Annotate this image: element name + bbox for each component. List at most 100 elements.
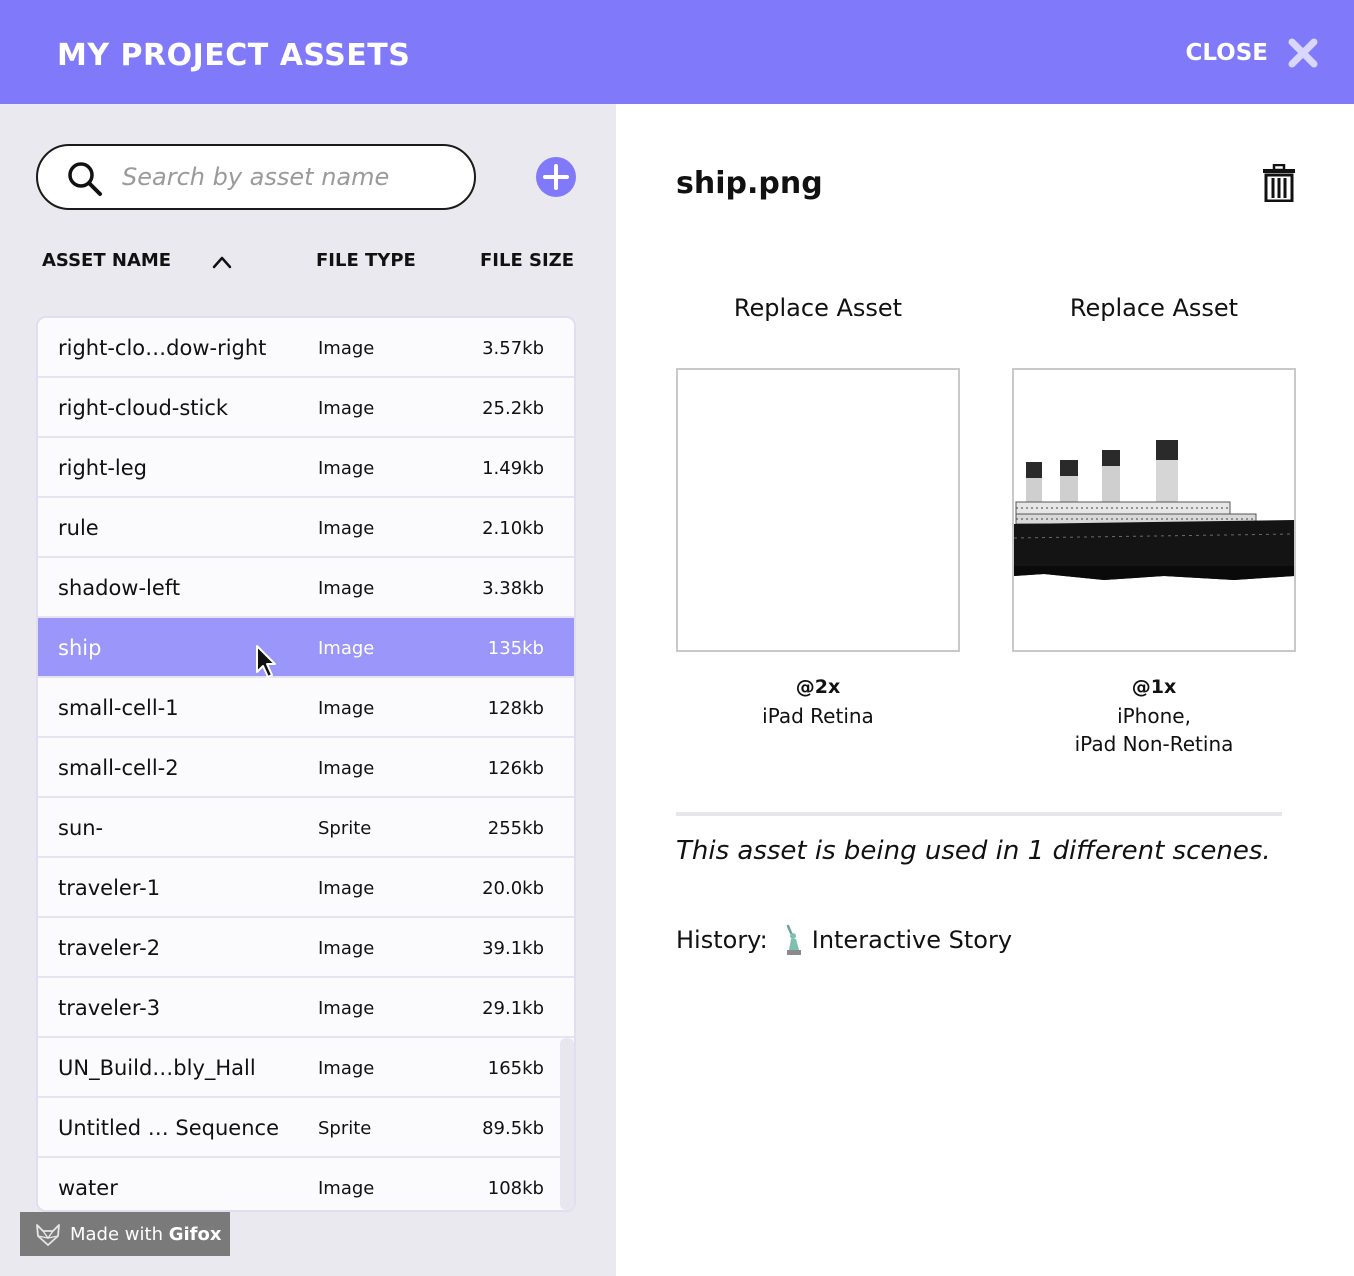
file-type-cell: Image	[318, 518, 375, 539]
usage-summary: This asset is being used in 1 different …	[676, 836, 1271, 866]
sort-ascending-icon[interactable]	[210, 252, 234, 272]
file-size-cell: 2.10kb	[482, 518, 544, 539]
column-header-file-size[interactable]: FILE SIZE	[480, 250, 574, 271]
table-row[interactable]: Untitled … Sequence Sprite 89.5kb	[38, 1098, 574, 1158]
file-size-cell: 108kb	[487, 1178, 544, 1199]
asset-name-cell: sun-	[58, 816, 104, 840]
file-type-cell: Image	[318, 638, 375, 659]
ship-thumbnail-image	[1014, 440, 1294, 580]
table-row[interactable]: traveler-1 Image 20.0kb	[38, 858, 574, 918]
section-divider	[676, 812, 1282, 816]
preview-box-2x[interactable]	[676, 368, 960, 652]
asset-list: right-clo…dow-right Image 3.57kb right-clou…	[36, 316, 576, 1212]
asset-detail-panel: ship.png Replace Asset @2x iPad Retina R…	[616, 104, 1354, 1276]
list-scrollbar[interactable]	[560, 1038, 574, 1210]
asset-sidebar: ASSET NAME FILE TYPE FILE SIZE right-clo…	[0, 104, 616, 1276]
asset-name-cell: right-cloud-stick	[58, 396, 229, 420]
table-row[interactable]: shadow-left Image 3.38kb	[38, 558, 574, 618]
close-button[interactable]: CLOSE	[1185, 36, 1318, 70]
column-header-file-type[interactable]: FILE TYPE	[316, 250, 416, 271]
variant-1x: Replace Asset @1x iPhone, iPad Non-Retin…	[1012, 294, 1296, 756]
replace-asset-link-2x[interactable]: Replace Asset	[676, 294, 960, 322]
file-size-cell: 135kb	[487, 638, 544, 659]
file-type-cell: Image	[318, 398, 375, 419]
replace-asset-link-1x[interactable]: Replace Asset	[1012, 294, 1296, 322]
asset-name-cell: ship	[58, 636, 102, 660]
close-icon	[1288, 38, 1318, 68]
file-size-cell: 25.2kb	[482, 398, 544, 419]
table-row[interactable]: right-cloud-stick Image 25.2kb	[38, 378, 574, 438]
table-row[interactable]: small-cell-2 Image 126kb	[38, 738, 574, 798]
close-label: CLOSE	[1185, 40, 1268, 66]
file-type-cell: Sprite	[318, 818, 372, 839]
table-row[interactable]: right-clo…dow-right Image 3.57kb	[38, 318, 574, 378]
table-row[interactable]: small-cell-1 Image 128kb	[38, 678, 574, 738]
add-asset-button[interactable]	[535, 156, 577, 198]
history-scene-link[interactable]: Interactive Story	[812, 926, 1012, 954]
file-type-cell: Image	[318, 1178, 375, 1199]
table-row[interactable]: right-leg Image 1.49kb	[38, 438, 574, 498]
variant-scale-label: @1x	[1131, 676, 1177, 698]
variant-devices-label: iPad Retina	[762, 704, 874, 728]
file-type-cell: Image	[318, 338, 375, 359]
asset-name-cell: shadow-left	[58, 576, 181, 600]
variant-devices-label: iPhone, iPad Non-Retina	[1074, 704, 1234, 756]
fox-logo-icon	[36, 1224, 60, 1246]
asset-name-cell: traveler-2	[58, 936, 161, 960]
modal-title: MY PROJECT ASSETS	[57, 38, 411, 73]
mouse-cursor-icon	[256, 645, 276, 678]
file-type-cell: Image	[318, 698, 375, 719]
variant-scale-label: @2x	[795, 676, 841, 698]
file-size-cell: 29.1kb	[482, 998, 544, 1019]
table-row[interactable]: traveler-3 Image 29.1kb	[38, 978, 574, 1038]
trash-icon[interactable]	[1262, 164, 1296, 202]
file-size-cell: 20.0kb	[482, 878, 544, 899]
asset-name-cell: UN_Build…bly_Hall	[58, 1056, 256, 1080]
search-input[interactable]	[122, 156, 462, 198]
table-row[interactable]: sun- Sprite 255kb	[38, 798, 574, 858]
table-row[interactable]: ship Image 135kb	[38, 618, 574, 678]
asset-name-cell: rule	[58, 516, 99, 540]
modal-header: MY PROJECT ASSETS CLOSE	[0, 0, 1354, 104]
file-size-cell: 89.5kb	[482, 1118, 544, 1139]
watermark-text: Made with Gifox	[70, 1223, 222, 1245]
statue-of-liberty-icon	[786, 924, 801, 955]
search-box[interactable]	[36, 144, 476, 210]
preview-box-1x[interactable]	[1012, 368, 1296, 652]
asset-name-cell: Untitled … Sequence	[58, 1116, 280, 1140]
file-size-cell: 3.38kb	[482, 578, 544, 599]
gifox-watermark: Made with Gifox	[20, 1212, 230, 1256]
asset-name-cell: right-clo…dow-right	[58, 336, 267, 360]
file-size-cell: 126kb	[487, 758, 544, 779]
file-size-cell: 165kb	[487, 1058, 544, 1079]
history-label: History:	[676, 926, 768, 954]
file-type-cell: Image	[318, 458, 375, 479]
file-type-cell: Image	[318, 758, 375, 779]
file-size-cell: 3.57kb	[482, 338, 544, 359]
table-row[interactable]: UN_Build…bly_Hall Image 165kb	[38, 1038, 574, 1098]
search-icon	[68, 162, 102, 196]
file-size-cell: 255kb	[487, 818, 544, 839]
file-type-cell: Image	[318, 1058, 375, 1079]
table-row[interactable]: rule Image 2.10kb	[38, 498, 574, 558]
file-type-cell: Image	[318, 878, 375, 899]
asset-name-cell: water	[58, 1176, 118, 1200]
asset-name-cell: right-leg	[58, 456, 148, 480]
asset-name-cell: small-cell-2	[58, 756, 179, 780]
file-type-cell: Image	[318, 938, 375, 959]
asset-name-cell: traveler-1	[58, 876, 161, 900]
file-type-cell: Image	[318, 998, 375, 1019]
file-size-cell: 1.49kb	[482, 458, 544, 479]
asset-name-cell: small-cell-1	[58, 696, 179, 720]
column-header-asset-name[interactable]: ASSET NAME	[42, 250, 171, 271]
file-type-cell: Sprite	[318, 1118, 372, 1139]
history-row: History: Interactive Story	[676, 924, 1012, 956]
file-size-cell: 128kb	[487, 698, 544, 719]
table-row[interactable]: water Image 108kb	[38, 1158, 574, 1210]
variant-2x: Replace Asset @2x iPad Retina	[676, 294, 960, 728]
file-size-cell: 39.1kb	[482, 938, 544, 959]
asset-detail-title: ship.png	[676, 166, 823, 201]
asset-name-cell: traveler-3	[58, 996, 161, 1020]
file-type-cell: Image	[318, 578, 375, 599]
table-row[interactable]: traveler-2 Image 39.1kb	[38, 918, 574, 978]
